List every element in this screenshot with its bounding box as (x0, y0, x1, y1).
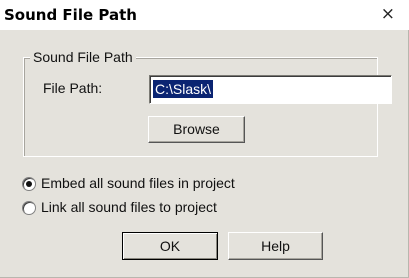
dialog-title: Sound File Path (4, 6, 137, 24)
help-button[interactable]: Help (228, 232, 323, 260)
embed-option-label: Embed all sound files in project (41, 175, 235, 191)
browse-button[interactable]: Browse (148, 116, 245, 143)
group-label: Sound File Path (30, 49, 136, 65)
file-path-input[interactable]: C:\Slask\ (149, 75, 392, 104)
title-bar[interactable]: Sound File Path × (0, 0, 409, 30)
file-path-value: C:\Slask\ (153, 80, 214, 98)
close-icon[interactable]: × (381, 4, 395, 24)
file-path-label: File Path: (43, 80, 103, 96)
radio-unselected-icon[interactable] (22, 201, 36, 215)
sound-file-path-dialog: Sound File Path × Sound File Path File P… (0, 0, 409, 278)
ok-button[interactable]: OK (122, 232, 218, 260)
link-option-label: Link all sound files to project (41, 199, 217, 215)
radio-selected-icon[interactable] (22, 177, 36, 191)
